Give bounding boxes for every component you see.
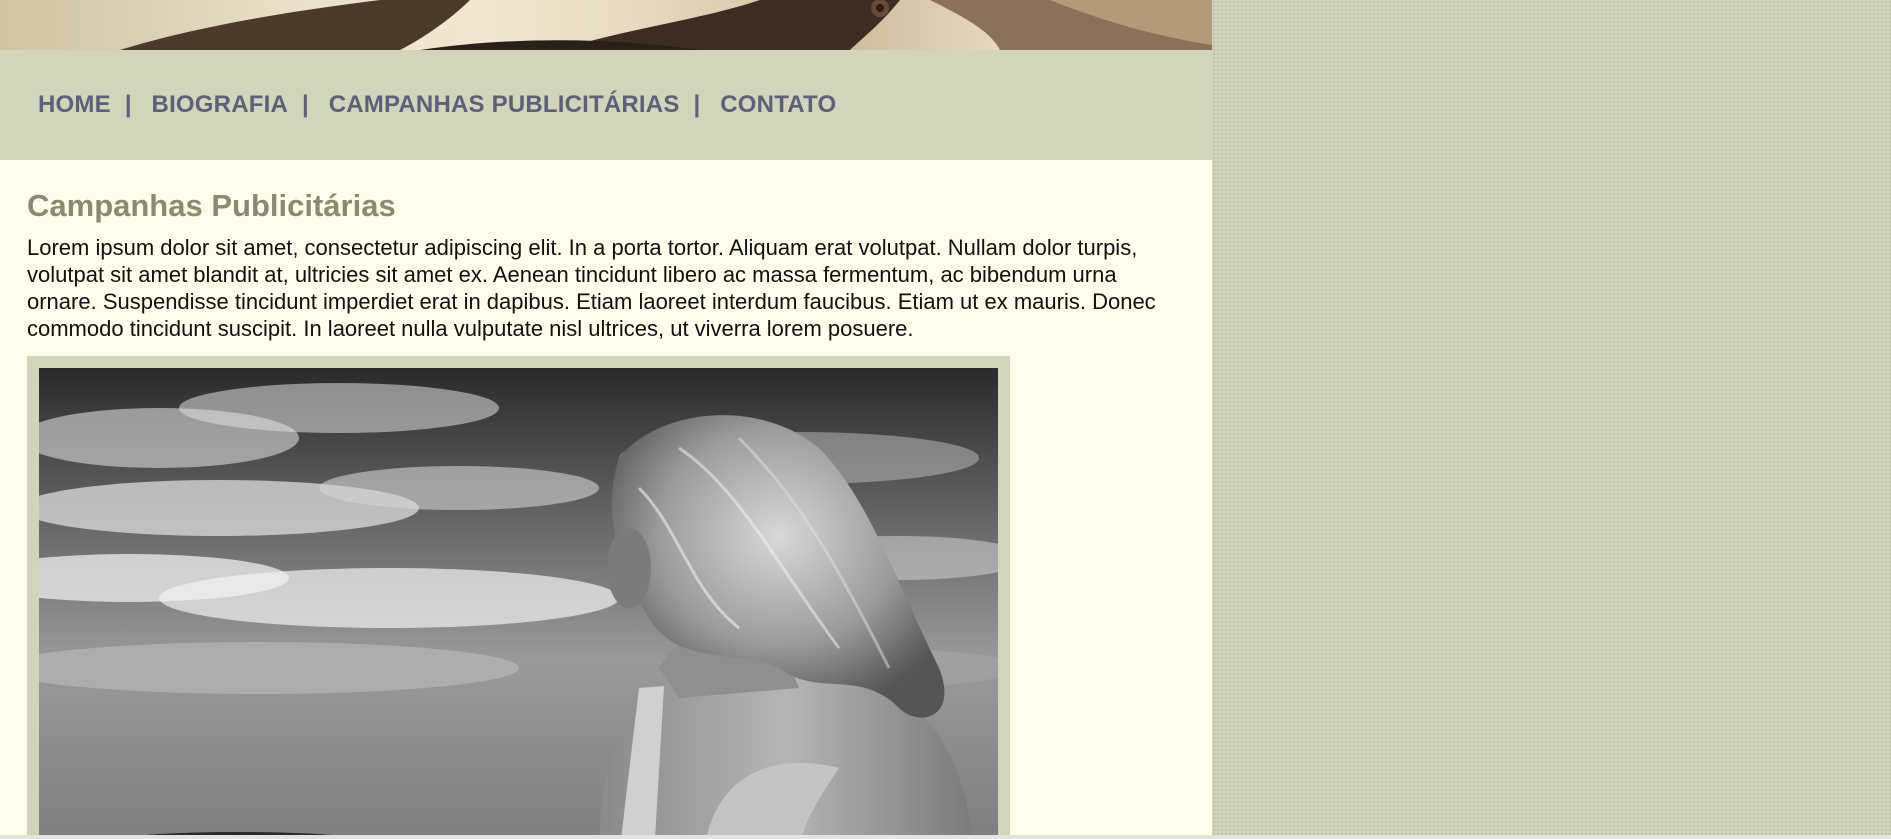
- nav-separator: |: [302, 91, 309, 118]
- body-paragraph: Lorem ipsum dolor sit amet, consectetur …: [27, 235, 1156, 341]
- nav-campanhas-link[interactable]: CAMPANHAS PUBLICITÁRIAS: [329, 91, 680, 119]
- main-navigation: HOME | BIOGRAFIA | CAMPANHAS PUBLICITÁRI…: [0, 50, 1212, 160]
- banner-photo: [120, 0, 1212, 50]
- nav-contato-link[interactable]: CONTATO: [720, 91, 836, 119]
- campaign-photo-frame: [27, 356, 1010, 835]
- header-banner-image: [0, 0, 1212, 50]
- page-container: HOME | BIOGRAFIA | CAMPANHAS PUBLICITÁRI…: [0, 0, 1212, 835]
- campaign-photo: [39, 368, 998, 835]
- bottom-scroll-edge: [0, 835, 1891, 839]
- nav-separator: |: [693, 91, 701, 118]
- nav-separator: |: [124, 91, 132, 118]
- nav-biografia-link[interactable]: BIOGRAFIA: [152, 91, 288, 119]
- nav-home-link[interactable]: HOME: [38, 91, 111, 119]
- page-title: Campanhas Publicitárias: [27, 188, 396, 223]
- main-content: Campanhas Publicitárias Lorem ipsum dolo…: [27, 186, 1192, 342]
